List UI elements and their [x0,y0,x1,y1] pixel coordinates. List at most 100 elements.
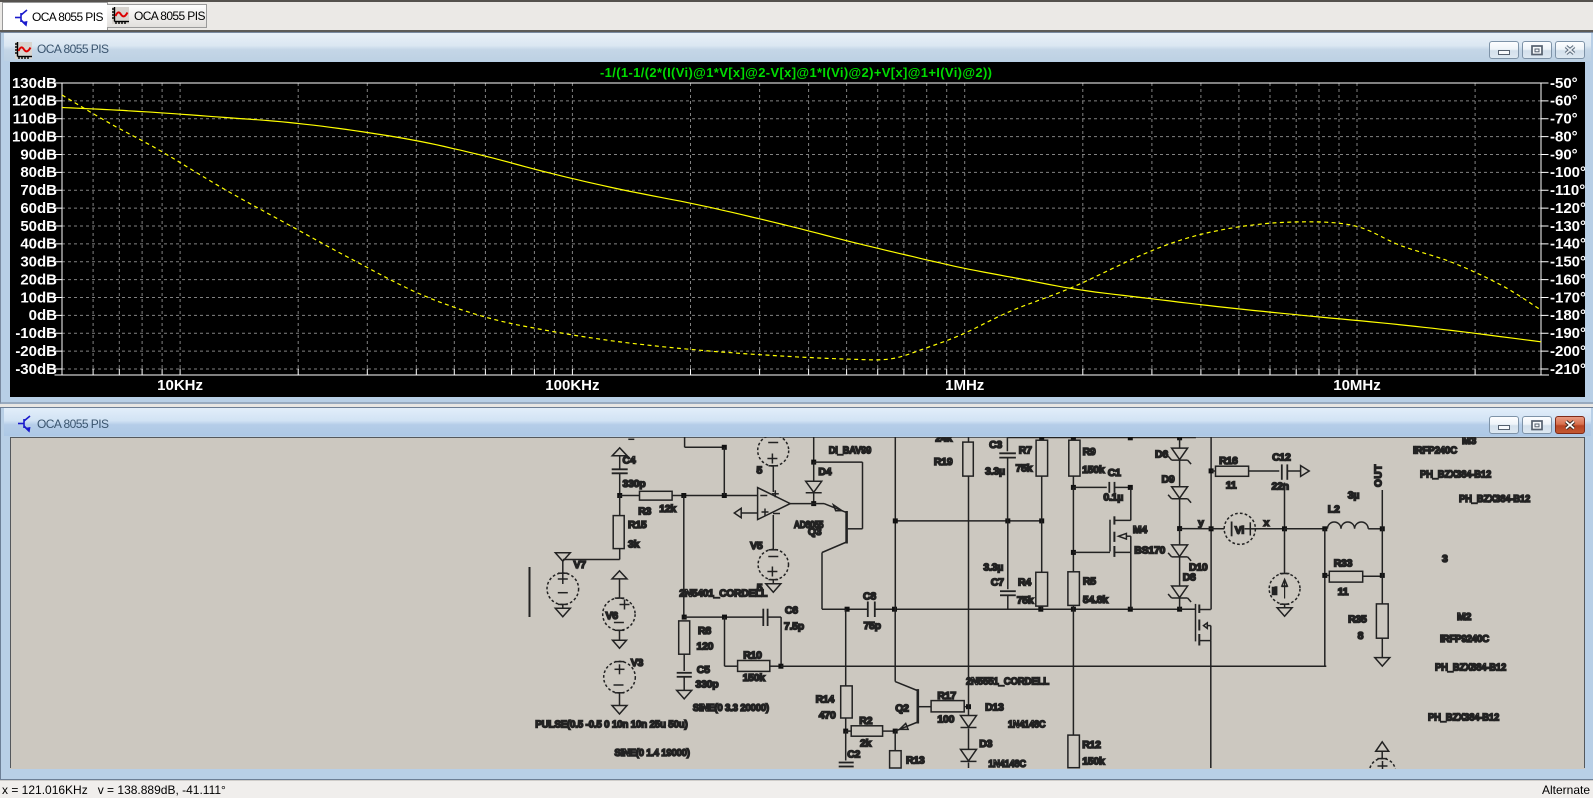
svg-text:-170°: -170° [1550,289,1585,306]
svg-text:R12: R12 [1082,739,1101,751]
svg-text:54.8k: 54.8k [1083,594,1108,606]
svg-text:-190°: -190° [1550,325,1585,342]
svg-text:L2: L2 [1328,504,1340,516]
svg-text:IRFP9240C: IRFP9240C [1440,633,1490,645]
svg-text:R10: R10 [743,650,762,662]
svg-text:R2: R2 [859,715,872,727]
svg-text:D3: D3 [979,738,992,750]
svg-text:C3: C3 [989,439,1002,451]
svg-text:V7: V7 [574,559,587,571]
svg-text:V3: V3 [631,657,644,669]
svg-text:Q3: Q3 [808,526,822,538]
svg-text:3: 3 [1442,553,1448,565]
svg-text:100dB: 100dB [12,128,57,145]
svg-text:1N4148C: 1N4148C [1008,719,1046,731]
svg-text:5: 5 [757,465,763,477]
svg-text:-30dB: -30dB [15,361,57,378]
svg-text:R15: R15 [628,519,647,531]
svg-text:-1/(1-1/(2*(I(Vi)@1*V[x]@2-V[x: -1/(1-1/(2*(I(Vi)@1*V[x]@2-V[x]@1*I(Vi)@… [600,65,992,80]
svg-text:R14: R14 [816,694,835,706]
svg-text:Ii: Ii [1272,586,1278,598]
svg-text:R9: R9 [1083,446,1096,458]
svg-text:C7: C7 [991,577,1004,589]
svg-text:R3: R3 [638,506,651,518]
svg-text:y: y [1198,517,1204,529]
svg-text:PH_BZX384-B12: PH_BZX384-B12 [1428,712,1499,724]
svg-text:PULSE(0.5 -0.5 0 10n 10n 25u 5: PULSE(0.5 -0.5 0 10n 10n 25u 50u) [535,719,687,731]
svg-text:C2: C2 [847,749,860,761]
svg-text:120dB: 120dB [12,93,57,110]
svg-text:110dB: 110dB [13,111,57,128]
svg-text:0dB: 0dB [29,307,58,324]
svg-text:11: 11 [1338,586,1349,598]
svg-text:150k: 150k [1082,756,1105,768]
svg-text:R35: R35 [1348,614,1367,626]
svg-text:V5: V5 [750,540,763,552]
svg-text:-80°: -80° [1550,128,1578,145]
svg-text:2k: 2k [860,738,872,750]
svg-text:R8: R8 [698,625,711,637]
svg-text:10KHz: 10KHz [157,377,203,394]
svg-text:10MHz: 10MHz [1333,377,1381,394]
svg-text:OUT: OUT [1374,464,1385,487]
svg-text:IRFP240C: IRFP240C [1413,445,1458,457]
svg-text:80dB: 80dB [20,164,57,181]
svg-text:150k: 150k [1082,464,1105,476]
svg-text:-70°: -70° [1550,111,1578,128]
svg-text:-150°: -150° [1550,254,1585,271]
svg-text:Vi: Vi [1235,525,1245,537]
svg-text:20dB: 20dB [20,271,57,288]
svg-text:C5: C5 [697,664,710,676]
svg-text:75p: 75p [864,620,881,632]
svg-text:R5: R5 [1083,576,1096,588]
svg-text:x: x [1264,517,1270,529]
svg-text:-110°: -110° [1550,182,1585,199]
svg-text:12k: 12k [659,503,676,515]
svg-text:-130°: -130° [1550,218,1585,235]
svg-text:D13: D13 [985,702,1004,714]
svg-text:D9: D9 [1162,474,1175,486]
svg-text:3k: 3k [628,539,640,551]
svg-text:M2: M2 [1457,611,1471,623]
svg-text:R17: R17 [937,690,956,702]
svg-text:C6: C6 [785,605,798,617]
svg-text:-140°: -140° [1550,236,1585,253]
svg-text:R16: R16 [1219,455,1238,467]
svg-text:D8: D8 [1183,572,1196,584]
svg-text:24k: 24k [935,437,952,445]
svg-text:70dB: 70dB [20,182,57,199]
svg-text:120: 120 [697,641,714,653]
svg-text:330p: 330p [623,478,646,490]
svg-text:150k: 150k [743,672,766,684]
svg-text:3µ: 3µ [1348,490,1360,502]
svg-text:R7: R7 [1019,445,1032,457]
svg-text:75k: 75k [1017,595,1034,607]
svg-text:3.3µ: 3.3µ [985,466,1005,478]
svg-text:-120°: -120° [1550,200,1585,217]
svg-text:1MHz: 1MHz [945,377,984,394]
svg-text:75k: 75k [1016,463,1033,475]
svg-text:2N5401_CORDELL: 2N5401_CORDELL [679,588,768,600]
svg-text:R33: R33 [1334,558,1353,570]
svg-text:C4: C4 [623,455,636,467]
svg-text:-20dB: -20dB [15,343,57,360]
svg-text:PH_BZX384-B12: PH_BZX384-B12 [1420,469,1491,481]
svg-text:0.1µ: 0.1µ [1103,492,1123,504]
svg-text:Q2: Q2 [895,703,909,715]
svg-text:M3: M3 [1462,437,1476,447]
svg-text:-100°: -100° [1550,164,1585,181]
svg-text:R19: R19 [934,456,953,468]
svg-text:-90°: -90° [1550,146,1578,163]
svg-text:-60°: -60° [1550,93,1578,110]
svg-text:60dB: 60dB [20,200,57,217]
svg-text:100KHz: 100KHz [545,377,599,394]
svg-text:C12: C12 [1272,452,1291,464]
svg-text:40dB: 40dB [20,236,57,253]
svg-text:2N5551_CORDELL: 2N5551_CORDELL [966,676,1050,688]
svg-text:1N4148C: 1N4148C [988,758,1026,769]
svg-text:PH_BZX384-B12: PH_BZX384-B12 [1459,493,1530,505]
svg-text:11: 11 [1226,480,1237,492]
svg-text:-180°: -180° [1550,307,1585,324]
svg-text:22n: 22n [1272,481,1289,493]
svg-text:-50°: -50° [1550,75,1578,92]
